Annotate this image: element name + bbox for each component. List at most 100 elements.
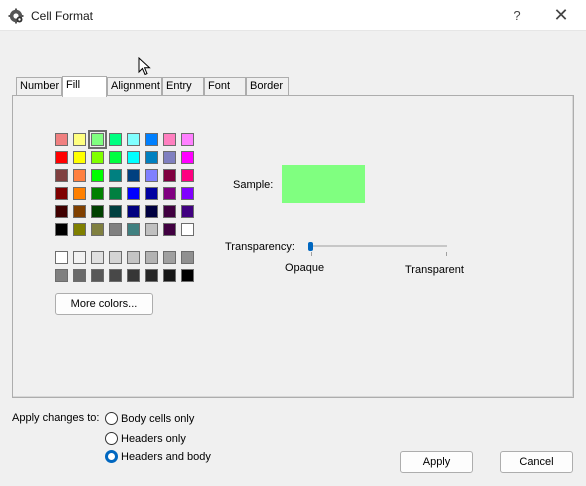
window-title: Cell Format [31, 9, 94, 23]
tab-label: Entry [166, 80, 192, 92]
gray-swatch-r0-c0[interactable] [55, 251, 68, 264]
color-swatch-r5-c7[interactable] [181, 223, 194, 236]
color-swatch-r5-c4[interactable] [127, 223, 140, 236]
color-swatch-r1-c7[interactable] [181, 151, 194, 164]
sample-preview [282, 165, 365, 203]
color-swatch-r4-c3[interactable] [109, 205, 122, 218]
transparency-slider-track[interactable] [311, 245, 447, 247]
slider-tick-min [311, 252, 312, 256]
gray-swatch-r0-c7[interactable] [181, 251, 194, 264]
tab-border[interactable]: Border [246, 77, 289, 96]
color-swatch-r0-c3[interactable] [109, 133, 122, 146]
color-swatch-r3-c6[interactable] [163, 187, 176, 200]
title-bar: Cell Format ? ✕ [0, 0, 586, 31]
color-swatch-r1-c5[interactable] [145, 151, 158, 164]
transparency-slider-thumb[interactable] [308, 242, 313, 251]
tab-entry[interactable]: Entry [162, 77, 204, 96]
color-swatch-r0-c1[interactable] [73, 133, 86, 146]
apply-button[interactable]: Apply [400, 451, 473, 473]
mouse-cursor-icon [138, 57, 151, 76]
color-swatch-r2-c4[interactable] [127, 169, 140, 182]
color-swatch-r4-c1[interactable] [73, 205, 86, 218]
color-swatch-r2-c7[interactable] [181, 169, 194, 182]
color-swatch-r5-c6[interactable] [163, 223, 176, 236]
gray-swatch-r1-c5[interactable] [145, 269, 158, 282]
tab-alignment[interactable]: Alignment [107, 77, 162, 96]
tab-label: Alignment [111, 80, 160, 92]
color-swatch-r0-c4[interactable] [127, 133, 140, 146]
tab-number[interactable]: Number [16, 77, 62, 96]
close-button[interactable]: ✕ [549, 5, 573, 27]
cancel-button[interactable]: Cancel [500, 451, 573, 473]
tab-label: Number [20, 80, 60, 92]
color-swatch-r0-c0[interactable] [55, 133, 68, 146]
more-colors-button[interactable]: More colors... [55, 293, 153, 315]
color-swatch-r3-c3[interactable] [109, 187, 122, 200]
color-swatch-r4-c0[interactable] [55, 205, 68, 218]
color-swatch-r5-c0[interactable] [55, 223, 68, 236]
gray-swatch-r0-c1[interactable] [73, 251, 86, 264]
color-swatch-r2-c0[interactable] [55, 169, 68, 182]
transparency-label: Transparency: [225, 241, 295, 253]
color-swatch-r3-c0[interactable] [55, 187, 68, 200]
color-swatch-r3-c7[interactable] [181, 187, 194, 200]
color-swatch-r4-c5[interactable] [145, 205, 158, 218]
color-swatch-r1-c1[interactable] [73, 151, 86, 164]
color-swatch-r4-c2[interactable] [91, 205, 104, 218]
color-swatch-r5-c1[interactable] [73, 223, 86, 236]
gray-swatch-r1-c6[interactable] [163, 269, 176, 282]
gray-swatch-r1-c4[interactable] [127, 269, 140, 282]
body-cells-only-label[interactable]: Body cells only [121, 413, 194, 425]
tab-fill[interactable]: Fill [62, 76, 107, 97]
color-swatch-r2-c6[interactable] [163, 169, 176, 182]
color-swatch-r0-c5[interactable] [145, 133, 158, 146]
gray-swatch-r1-c3[interactable] [109, 269, 122, 282]
gray-swatch-r1-c1[interactable] [73, 269, 86, 282]
color-swatch-r1-c3[interactable] [109, 151, 122, 164]
gray-swatch-r0-c5[interactable] [145, 251, 158, 264]
color-swatch-r5-c5[interactable] [145, 223, 158, 236]
color-swatch-r4-c7[interactable] [181, 205, 194, 218]
color-swatch-r4-c4[interactable] [127, 205, 140, 218]
gray-swatch-r1-c2[interactable] [91, 269, 104, 282]
color-swatch-r1-c0[interactable] [55, 151, 68, 164]
color-swatch-r5-c2[interactable] [91, 223, 104, 236]
headers-only-radio[interactable] [105, 432, 118, 445]
color-swatch-r1-c2[interactable] [91, 151, 104, 164]
tab-label: Border [250, 80, 284, 92]
color-swatch-r1-c4[interactable] [127, 151, 140, 164]
gray-swatch-r0-c3[interactable] [109, 251, 122, 264]
tab-label: Fill [66, 79, 81, 91]
slider-tick-max [446, 252, 447, 256]
body-cells-only-radio[interactable] [105, 412, 118, 425]
color-swatch-r5-c3[interactable] [109, 223, 122, 236]
color-swatch-r3-c1[interactable] [73, 187, 86, 200]
tab-label: Font [208, 80, 231, 92]
gray-swatch-r0-c6[interactable] [163, 251, 176, 264]
color-swatch-r4-c6[interactable] [163, 205, 176, 218]
gear-icon [8, 8, 24, 24]
help-button[interactable]: ? [505, 5, 529, 27]
color-swatch-r0-c7[interactable] [181, 133, 194, 146]
color-swatch-r3-c4[interactable] [127, 187, 140, 200]
color-swatch-r3-c5[interactable] [145, 187, 158, 200]
apply-changes-label: Apply changes to: [12, 412, 100, 424]
color-swatch-r3-c2[interactable] [91, 187, 104, 200]
gray-swatch-r1-c7[interactable] [181, 269, 194, 282]
cancel-button-label: Cancel [519, 456, 554, 468]
color-swatch-r1-c6[interactable] [163, 151, 176, 164]
headers-and-body-radio[interactable] [105, 450, 118, 463]
headers-and-body-label[interactable]: Headers and body [121, 451, 211, 463]
color-swatch-r2-c5[interactable] [145, 169, 158, 182]
sample-label: Sample: [233, 179, 274, 191]
gray-swatch-r0-c2[interactable] [91, 251, 104, 264]
color-swatch-r2-c2[interactable] [91, 169, 104, 182]
gray-swatch-r1-c0[interactable] [55, 269, 68, 282]
tab-font[interactable]: Font [204, 77, 246, 96]
color-swatch-r2-c1[interactable] [73, 169, 86, 182]
color-swatch-r0-c2[interactable] [88, 130, 107, 149]
color-swatch-r0-c6[interactable] [163, 133, 176, 146]
gray-swatch-r0-c4[interactable] [127, 251, 140, 264]
color-swatch-r2-c3[interactable] [109, 169, 122, 182]
headers-only-label[interactable]: Headers only [121, 433, 186, 445]
